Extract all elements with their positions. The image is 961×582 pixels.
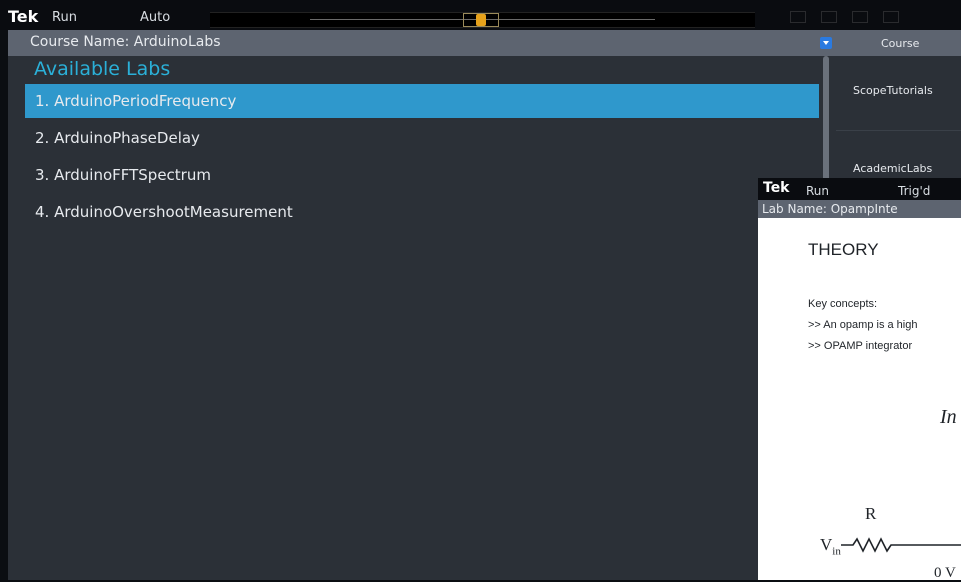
course-title: Course Name: ArduinoLabs [30,34,221,50]
preview-trigger-status[interactable]: Trig'd [898,184,930,198]
dropdown-icon[interactable] [820,37,832,49]
vin-symbol: V [820,535,833,554]
lab-item-period-frequency[interactable]: 1. ArduinoPeriodFrequency [25,84,819,118]
lab-item-phase-delay[interactable]: 2. ArduinoPhaseDelay [25,121,819,155]
lab-item-overshoot[interactable]: 4. ArduinoOvershootMeasurement [25,195,819,229]
toolbar-icons [790,8,950,24]
toolbar-icon[interactable] [821,11,838,23]
toolbar-icon[interactable] [790,11,806,23]
course-header: Course Name: ArduinoLabs [8,30,836,56]
lab-name-header: Lab Name: OpampInte [758,200,961,218]
toolbar-icon[interactable] [883,11,900,23]
trigger-mode[interactable]: Auto [140,10,170,25]
preview-tek-logo: Tek [763,180,790,196]
theory-heading: THEORY [808,240,879,259]
divider [836,130,961,131]
preview-status-bar: Tek Run Trig'd [758,178,961,200]
concept-bullet: >> An opamp is a high [808,319,918,331]
course-list-title: Course [881,37,920,50]
scope-status-bar: Tek Run Auto [0,0,961,30]
lab-preview-window: Tek Run Trig'd Lab Name: OpampInte THEOR… [758,178,961,581]
tek-logo: Tek [8,7,39,26]
record-view-bar[interactable] [210,12,755,28]
available-labs-heading: Available Labs [34,58,171,80]
ground-label: 0 V [934,565,956,581]
course-list-header: Course [836,30,961,56]
key-concepts-label: Key concepts: [808,298,878,310]
course-item-academic-labs[interactable]: AcademicLabs [853,162,932,175]
preview-run-status[interactable]: Run [806,184,829,198]
vin-subscript: in [832,545,841,558]
toolbar-icon[interactable] [852,11,869,23]
resistor-symbol-icon [841,537,961,553]
diagram-title: In [940,406,957,428]
resistor-label: R [865,504,877,523]
vin-label: Vin [820,535,841,557]
trigger-marker-icon [476,14,486,26]
lab-item-fft-spectrum[interactable]: 3. ArduinoFFTSpectrum [25,158,819,192]
course-item-scope-tutorials[interactable]: ScopeTutorials [853,84,933,97]
concept-bullet: >> OPAMP integrator [808,340,913,352]
run-status[interactable]: Run [52,10,77,25]
